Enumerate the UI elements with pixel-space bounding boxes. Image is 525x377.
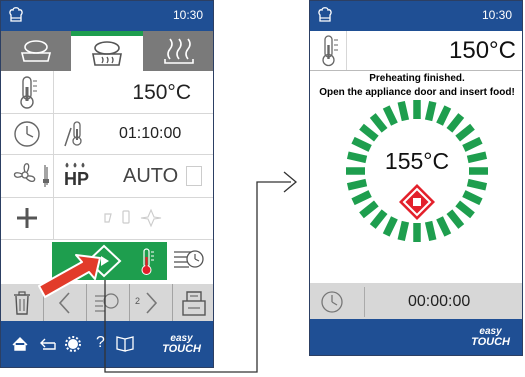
gauge-segment	[351, 190, 372, 206]
gauge-segment	[397, 220, 410, 242]
steam-icon	[164, 38, 194, 64]
stop-diamond-icon	[399, 184, 435, 220]
status-bar: 10:30	[1, 1, 213, 31]
temperature-value: 150°C	[132, 81, 191, 104]
gauge-segment	[446, 113, 465, 133]
gauge-temperature-value: 155°C	[384, 148, 450, 174]
start-block-icons	[86, 244, 154, 278]
gauge-segment	[382, 105, 398, 126]
save-icon	[182, 291, 206, 316]
hp-humidity-icon	[65, 162, 85, 168]
gauge-segment	[455, 200, 475, 219]
bottom-nav-icons	[12, 336, 134, 352]
program-clock-icon	[174, 250, 204, 268]
gauge-segment	[424, 100, 437, 122]
gauge-segment	[346, 178, 368, 191]
gauge-segment	[397, 100, 410, 122]
help-icon[interactable]: ?	[96, 334, 105, 352]
timer-row[interactable]: 01:10:00	[1, 114, 213, 154]
gauge-segment	[382, 216, 398, 237]
hp-label: HP	[64, 169, 90, 189]
trash-icon	[14, 291, 30, 315]
column-divider	[364, 287, 365, 317]
left-oven-screen: 10:30 150°C 01:10:00 HP AUTO 2 ? easy TO…	[0, 0, 214, 368]
gauge-segment	[424, 220, 437, 242]
timer-value: 01:10:00	[119, 125, 182, 142]
easytouch-logo: easy TOUCH	[471, 327, 510, 348]
tab-steam[interactable]	[143, 31, 213, 71]
bottom-nav-bar: ? easy TOUCH	[1, 321, 213, 367]
back-icon[interactable]	[40, 338, 56, 350]
fan-mode-value: AUTO	[123, 165, 179, 187]
steam-tray-icon	[92, 41, 122, 66]
bottom-nav-bar: easy TOUCH	[310, 319, 522, 355]
clock-icon	[14, 121, 40, 147]
step-clock-icon	[95, 293, 119, 312]
status-time: 10:30	[172, 8, 203, 22]
gauge-segment	[369, 113, 388, 133]
add-row-icons	[17, 208, 162, 228]
fan-mode-box	[186, 166, 202, 186]
gauge-segment	[369, 209, 388, 229]
next-step-button[interactable]: 2	[130, 284, 172, 322]
program-clock-button[interactable]	[167, 242, 213, 280]
save-program-button[interactable]	[173, 284, 213, 322]
start-program-button[interactable]	[52, 242, 167, 280]
add-row[interactable]	[1, 198, 213, 239]
thermometer-icon	[20, 76, 37, 109]
brand-line-2: TOUCH	[471, 336, 510, 348]
gauge-segment	[466, 178, 488, 191]
timer-row[interactable]: 00:00:00	[310, 283, 522, 321]
temperature-row[interactable]: 150°C	[1, 71, 213, 113]
right-oven-screen: 10:30 150°C Preheating finished. Open th…	[309, 0, 523, 356]
chevron-left-icon	[58, 292, 70, 314]
gauge-segment	[462, 190, 483, 206]
food-tray-icon	[20, 40, 52, 62]
previous-step-button[interactable]	[44, 284, 86, 322]
grill-icon	[104, 213, 112, 223]
chevron-right-icon	[146, 292, 158, 314]
home-icon[interactable]	[12, 337, 28, 351]
fan-row[interactable]: HP AUTO	[1, 155, 213, 197]
play-diamond-icon	[86, 244, 122, 278]
gauge-segment	[359, 200, 379, 219]
plus-icon	[17, 208, 37, 228]
cleaning-icon	[122, 210, 130, 224]
gauge-segment	[436, 105, 452, 126]
gauge-segment	[455, 123, 475, 142]
easytouch-logo: easy TOUCH	[162, 334, 201, 355]
book-icon[interactable]	[116, 336, 134, 352]
preheat-gauge	[346, 100, 488, 242]
fan-icon	[13, 163, 49, 187]
stop-button[interactable]	[397, 182, 437, 222]
tab-food[interactable]	[1, 31, 71, 71]
delete-step-button[interactable]	[1, 284, 43, 322]
timer-value: 00:00:00	[408, 293, 471, 310]
gauge-segment	[359, 123, 379, 142]
chef-hat-icon	[9, 7, 23, 22]
sparkle-icon	[140, 208, 162, 228]
step-indicator[interactable]	[87, 284, 129, 322]
clock-icon	[321, 291, 343, 313]
timer-row-icons	[14, 121, 82, 147]
thermometer-icon	[141, 248, 154, 275]
gauge-segment	[446, 209, 465, 229]
gauge-segment	[436, 216, 452, 237]
tab-combi-steam[interactable]	[71, 31, 143, 71]
brand-line-2: TOUCH	[162, 343, 201, 355]
core-probe-icon	[64, 121, 82, 147]
fan-row-icons	[13, 162, 85, 187]
divider	[1, 239, 213, 240]
settings-icon[interactable]	[65, 336, 81, 352]
